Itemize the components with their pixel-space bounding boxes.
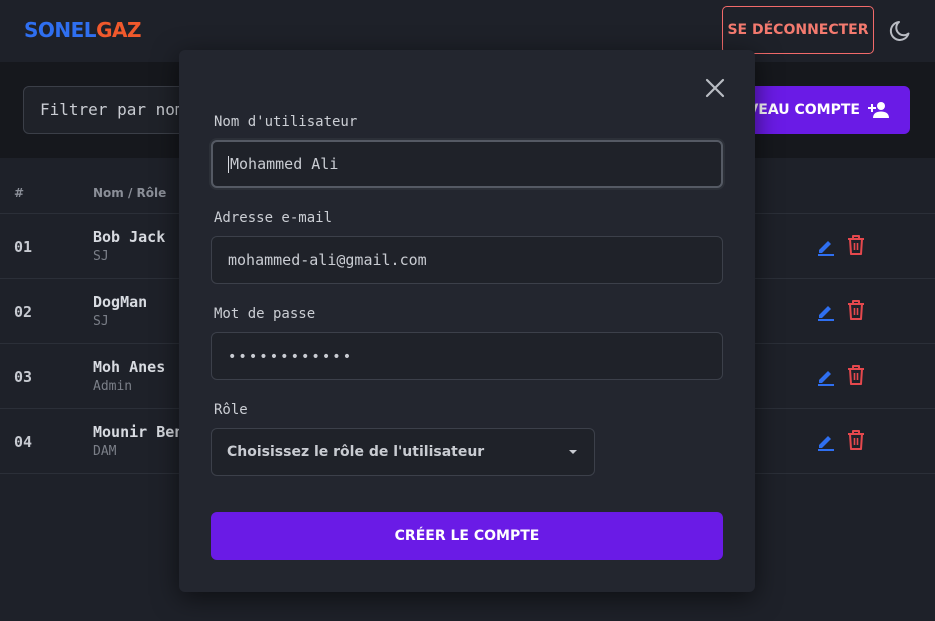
row-role: DAM — [93, 444, 117, 459]
username-field[interactable]: Mohammed Ali — [211, 140, 723, 188]
trash-icon[interactable] — [846, 429, 866, 451]
email-label: Adresse e-mail — [214, 210, 333, 226]
row-role: SJ — [93, 249, 109, 264]
row-number: 02 — [14, 303, 33, 321]
logo: SONELGAZ — [24, 18, 141, 42]
role-select-value: Choisissez le rôle de l'utilisateur — [227, 444, 485, 460]
add-user-icon — [868, 102, 889, 118]
edit-icon[interactable] — [816, 236, 836, 256]
close-icon[interactable] — [703, 76, 727, 100]
password-value: •••••••••••• — [228, 349, 354, 365]
row-number: 03 — [14, 368, 33, 386]
row-name: DogMan — [93, 293, 148, 311]
row-name: Bob Jack — [93, 228, 166, 246]
edit-icon[interactable] — [816, 301, 836, 321]
create-account-modal: Nom d'utilisateur Mohammed Ali Adresse e… — [179, 50, 755, 592]
chevron-down-icon — [569, 450, 577, 454]
role-label: Rôle — [214, 402, 248, 418]
row-name: Moh Anes — [93, 358, 166, 376]
row-name: Mounir Benz — [93, 423, 193, 441]
password-field[interactable]: •••••••••••• — [211, 332, 723, 380]
row-number: 04 — [14, 433, 33, 451]
trash-icon[interactable] — [846, 364, 866, 386]
row-role: SJ — [93, 314, 109, 329]
username-value: Mohammed Ali — [230, 155, 339, 173]
email-value: mohammed-ali@gmail.com — [228, 251, 427, 269]
edit-icon[interactable] — [816, 431, 836, 451]
logo-sonel: SONEL — [24, 18, 97, 42]
create-account-button[interactable]: CRÉER LE COMPTE — [211, 512, 723, 560]
edit-icon[interactable] — [816, 366, 836, 386]
filter-placeholder: Filtrer par nom — [40, 100, 185, 119]
logo-gaz: GAZ — [96, 18, 141, 42]
role-select[interactable]: Choisissez le rôle de l'utilisateur — [211, 428, 595, 476]
column-header-number: # — [14, 186, 25, 200]
email-field[interactable]: mohammed-ali@gmail.com — [211, 236, 723, 284]
trash-icon[interactable] — [846, 299, 866, 321]
logout-button[interactable]: SE DÉCONNECTER — [722, 6, 874, 54]
logout-label: SE DÉCONNECTER — [727, 22, 869, 38]
text-caret — [228, 156, 229, 173]
create-account-label: CRÉER LE COMPTE — [394, 528, 540, 544]
row-role: Admin — [93, 379, 133, 394]
password-label: Mot de passe — [214, 306, 316, 322]
username-label: Nom d'utilisateur — [214, 114, 358, 130]
column-header-name-role: Nom / Rôle — [93, 186, 167, 200]
row-number: 01 — [14, 238, 33, 256]
moon-icon[interactable] — [888, 16, 916, 44]
trash-icon[interactable] — [846, 234, 866, 256]
